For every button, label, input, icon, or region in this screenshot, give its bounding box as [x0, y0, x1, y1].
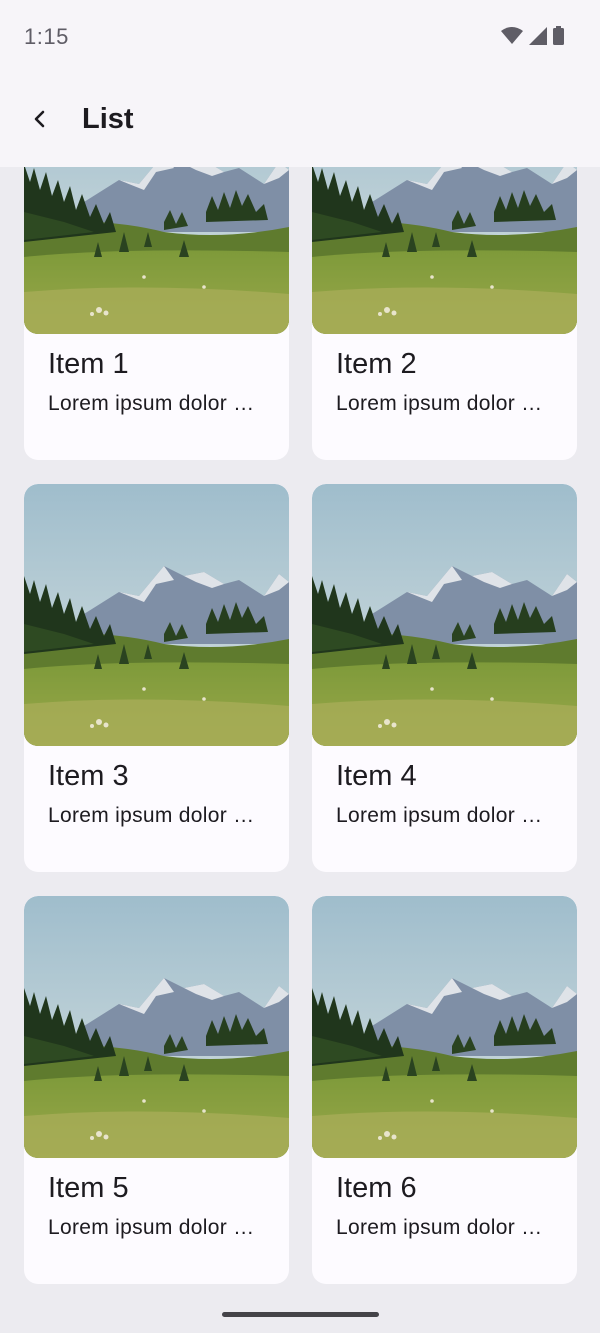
item-title: Item 1 [48, 348, 129, 380]
mountain-meadow-image [24, 484, 289, 746]
status-time: 1:15 [24, 24, 69, 49]
list-item-card-5[interactable]: Item 5 Lorem ipsum dolor sit amet [24, 896, 289, 1284]
chevron-left-icon [30, 109, 50, 134]
status-bar: 1:15 [0, 0, 600, 75]
item-grid: Item 1 Lorem ipsum dolor sit amet [24, 167, 577, 1284]
item-subtitle: Lorem ipsum dolor sit amet [48, 392, 263, 415]
item-subtitle: Lorem ipsum dolor sit amet [48, 804, 263, 827]
cellular-signal-icon [529, 26, 547, 45]
page-title: List [82, 103, 134, 135]
battery-icon [553, 26, 564, 45]
item-subtitle: Lorem ipsum dolor sit amet [336, 392, 551, 415]
list-item-card-3[interactable]: Item 3 Lorem ipsum dolor sit amet [24, 484, 289, 872]
navigation-bar [0, 1290, 600, 1333]
item-title: Item 2 [336, 348, 417, 380]
item-subtitle: Lorem ipsum dolor sit amet [48, 1216, 263, 1239]
item-subtitle: Lorem ipsum dolor sit amet [336, 1216, 551, 1239]
status-icons [501, 26, 564, 45]
item-title: Item 3 [48, 760, 129, 792]
item-grid-scroll-area[interactable]: Item 1 Lorem ipsum dolor sit amet [0, 167, 600, 1290]
mountain-meadow-image [24, 896, 289, 1158]
list-item-card-1[interactable]: Item 1 Lorem ipsum dolor sit amet [24, 167, 289, 460]
item-title: Item 5 [48, 1172, 129, 1204]
item-title: Item 6 [336, 1172, 417, 1204]
wifi-icon [501, 26, 523, 45]
mountain-meadow-image [312, 896, 577, 1158]
list-item-card-4[interactable]: Item 4 Lorem ipsum dolor sit amet [312, 484, 577, 872]
top-app-bar: List [0, 75, 600, 167]
mountain-meadow-image [312, 484, 577, 746]
item-title: Item 4 [336, 760, 417, 792]
mountain-meadow-image [24, 167, 289, 334]
list-item-card-2[interactable]: Item 2 Lorem ipsum dolor sit amet [312, 167, 577, 460]
back-button[interactable] [14, 95, 66, 147]
mountain-meadow-image [312, 167, 577, 334]
item-subtitle: Lorem ipsum dolor sit amet [336, 804, 551, 827]
home-gesture-handle[interactable] [222, 1312, 379, 1317]
list-item-card-6[interactable]: Item 6 Lorem ipsum dolor sit amet [312, 896, 577, 1284]
